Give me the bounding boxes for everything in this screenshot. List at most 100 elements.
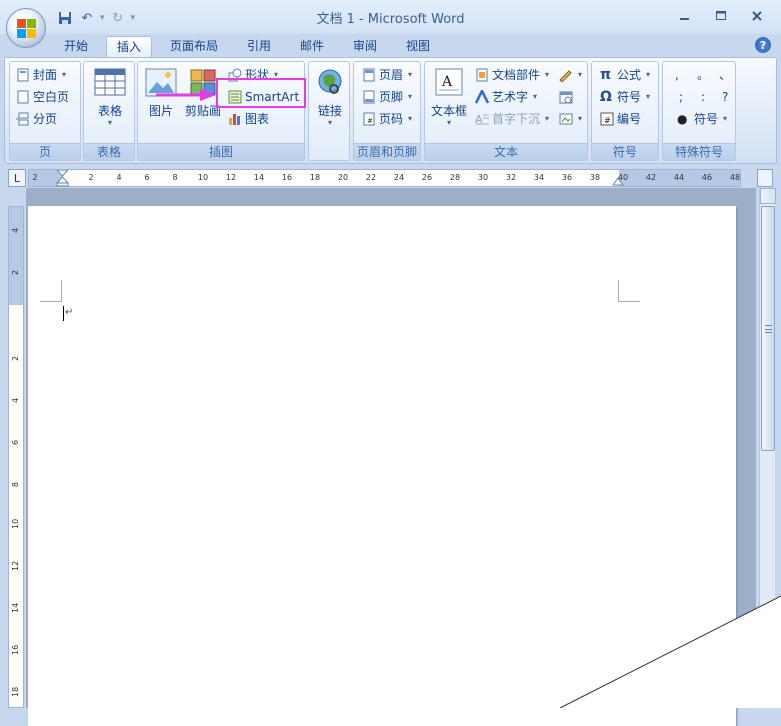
chevron-down-icon: ▾ [446,118,451,127]
table-button[interactable]: 表格 ▾ [88,68,132,127]
links-label: 链接 [317,104,342,118]
blank-page-icon [16,90,30,104]
office-button[interactable] [6,8,46,48]
dunhao-symbol-button[interactable]: 、 [719,65,731,85]
signature-pen-icon [559,68,573,83]
tab-references[interactable]: 引用 [237,36,281,58]
vertical-ruler-tick-label: 10 [11,518,20,529]
svg-text:A: A [441,74,453,90]
links-button[interactable]: 链接 ▾ [311,68,349,127]
svg-text:#: # [367,117,373,125]
vertical-ruler-tick-label: 18 [11,686,20,697]
ruler-tick-label: 34 [533,173,545,182]
scrollbar-thumb[interactable] [761,206,775,451]
group-label-symbols: 符号 [592,143,658,160]
chart-icon [228,112,242,126]
vertical-scrollbar[interactable] [759,188,776,708]
special-symbol-label: 符号 [694,112,719,126]
page-break-button[interactable]: 分页 [16,109,57,129]
tab-page-layout[interactable]: 页面布局 [160,36,228,58]
numbering-label: 编号 [617,112,642,126]
page-number-icon: # [362,112,376,126]
quickparts-label: 文档部件 [492,68,541,82]
crop-mark-top-right [618,280,640,302]
tab-mailings[interactable]: 邮件 [290,36,334,58]
chart-button[interactable]: 图表 [228,109,269,129]
blank-page-button[interactable]: 空白页 [16,87,69,107]
ruler-tick-label: 42 [645,173,657,182]
close-icon[interactable] [741,6,773,26]
table-button-label: 表格 [97,104,122,118]
tab-review[interactable]: 审阅 [343,36,387,58]
minimize-icon[interactable] [669,6,701,26]
ruler-tick-label: 2 [32,173,38,182]
quickparts-button[interactable]: 文档部件 ▾ [475,65,549,85]
cover-page-icon [16,68,30,82]
colon-symbol-button[interactable]: : [701,87,705,107]
cover-page-button[interactable]: 封面 ▾ [16,65,66,85]
group-illustrations: 图片 剪贴画 形状 ▾ SmartArt 图表 插图 [137,61,305,161]
group-table: 表格 ▾ 表格 [83,61,135,161]
header-button[interactable]: 页眉 ▾ [362,65,412,85]
chevron-down-icon: ▾ [646,92,651,101]
header-label: 页眉 [379,68,404,82]
date-time-button[interactable] [559,87,573,107]
tab-home[interactable]: 开始 [54,36,98,58]
vertical-ruler[interactable]: 4 2 2 4 6 8 10 12 14 16 18 [8,206,24,708]
signature-line-button[interactable]: ▾ [559,65,582,85]
question-label: ? [722,90,729,104]
vertical-ruler-tick-label: 4 [11,397,20,403]
period-label: 。 [697,68,710,82]
help-icon[interactable]: ? [755,37,771,53]
comma-symbol-button[interactable]: , [675,65,679,85]
indent-marker-icon[interactable] [56,170,70,187]
wordart-label: 艺术字 [492,90,529,104]
ruler-tick-label: 36 [561,173,573,182]
crop-mark-top-left [40,280,62,302]
equation-button[interactable]: π 公式 ▾ [600,65,650,85]
ruler-tick-label: 4 [116,173,122,182]
horizontal-ruler[interactable]: 2 2 4 6 8 10 12 14 16 18 20 22 24 26 28 30 32 34 36 38 40 42 4… [28,169,741,187]
wordart-button[interactable]: 艺术字 ▾ [474,87,537,107]
group-label-illustrations: 插图 [138,143,304,160]
group-label-text: 文本 [425,143,587,160]
symbol-label: 符号 [617,90,642,104]
chevron-down-icon: ▾ [545,70,550,79]
dropcap-button[interactable]: A 首字下沉 ▾ [475,109,549,129]
group-label-table: 表格 [84,143,134,160]
title-bar: ↶ ▾ ↻ ▾ 文档 1 - Microsoft Word [0,0,781,48]
textbox-button[interactable]: A 文本框 ▾ [427,68,471,127]
footer-icon [362,90,376,104]
tab-view[interactable]: 视图 [396,36,440,58]
semicolon-symbol-button[interactable]: ; [679,87,683,107]
ribbon-tabs: 开始 插入 页面布局 引用 邮件 审阅 视图 ? [0,34,781,58]
ruler-tick-label: 32 [505,173,517,182]
globe-link-icon [314,68,346,100]
special-symbol-button[interactable]: ● 符号 ▾ [677,109,727,129]
object-button[interactable]: ▾ [559,109,582,129]
cover-page-label: 封面 [33,68,58,82]
vertical-ruler-tick-label: 16 [11,644,20,655]
scroll-up-button[interactable] [760,188,776,204]
page-number-button[interactable]: # 页码 ▾ [362,109,412,129]
colon-label: : [701,90,706,104]
table-icon [94,68,126,100]
tab-insert[interactable]: 插入 [106,36,153,58]
footer-button[interactable]: 页脚 ▾ [362,87,412,107]
vertical-ruler-tick-label: 2 [11,269,20,275]
document-page[interactable]: ↵ [28,206,736,726]
view-ruler-button[interactable] [757,169,773,187]
period-symbol-button[interactable]: 。 [697,65,709,85]
page-break-icon [16,112,30,126]
omega-icon: Ω [600,89,612,105]
question-symbol-button[interactable]: ? [722,87,728,107]
smartart-highlight-box [216,78,306,108]
page-break-label: 分页 [33,112,58,126]
numbering-button[interactable]: # 编号 [600,109,641,129]
symbol-button[interactable]: Ω 符号 ▾ [600,87,650,107]
page-number-label: 页码 [379,112,404,126]
group-header-footer: 页眉 ▾ 页脚 ▾ # 页码 ▾ 页眉和页脚 [353,61,421,161]
wordart-icon [474,88,490,104]
tab-stop-selector[interactable]: L [8,169,26,187]
maximize-icon[interactable] [705,6,737,26]
